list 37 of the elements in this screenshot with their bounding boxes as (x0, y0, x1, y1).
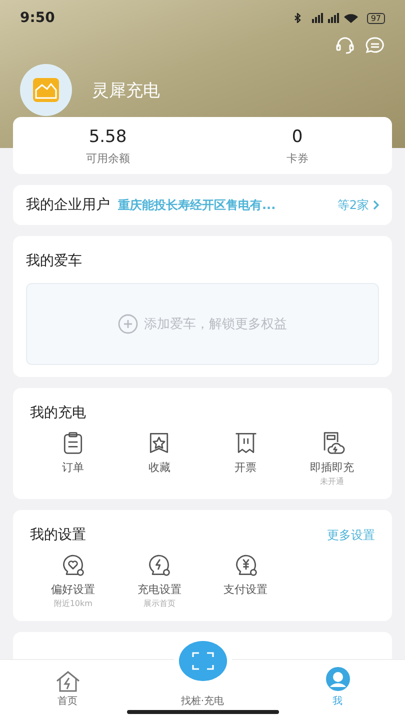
section-title: 我的爱车 (26, 253, 82, 269)
bolt-bubble-icon (146, 552, 172, 578)
status-time: 9:50 (20, 10, 55, 26)
menu-item[interactable]: 即插即充 未开通 (288, 430, 375, 487)
enterprise-card[interactable]: 我的企业用户 重庆能投长寿经开区售电有... 等2家 (13, 185, 392, 225)
chevron-icon (373, 200, 379, 210)
bluetooth-icon (294, 13, 301, 23)
balance-label: 可用余额 (86, 151, 130, 166)
user-icon (324, 666, 350, 692)
menu-item[interactable]: 收藏 (116, 430, 202, 487)
section-title: 我的充电 (30, 404, 86, 422)
tab[interactable]: 首页 (54, 670, 80, 708)
balance-value: 0 (292, 127, 303, 147)
section-title: 我的企业用户 (26, 196, 110, 214)
item-note: 展示首页 (143, 598, 176, 609)
headset-icon[interactable] (335, 36, 355, 54)
menu-item[interactable]: 充电设置 展示首页 (116, 552, 202, 609)
menu-item[interactable]: 订单 (30, 430, 116, 487)
balance-label: 卡券 (286, 151, 308, 166)
message-icon[interactable] (365, 36, 385, 54)
balance-value: 5.58 (88, 127, 127, 147)
item-note: 未开通 (320, 476, 344, 487)
plus-icon (118, 314, 138, 334)
section-title: 我的设置 (30, 526, 86, 544)
menu-item[interactable]: 偏好设置 附近10km (30, 552, 116, 609)
menu-item[interactable]: 开票 (202, 430, 289, 487)
item-note: 附近10km (54, 598, 92, 609)
house-icon (54, 670, 80, 692)
avatar[interactable] (20, 64, 72, 116)
tab[interactable]: 找桩·充电 (180, 694, 224, 708)
heart-bubble-icon (60, 552, 86, 578)
battery-icon: 97 (366, 12, 385, 24)
menu-item[interactable]: 支付设置 (202, 552, 289, 609)
scan-icon (178, 641, 226, 681)
logo-icon (33, 78, 59, 102)
profile-name: 灵犀充电 (92, 80, 160, 102)
company-name: 重庆能投长寿经开区售电有... (118, 196, 276, 214)
